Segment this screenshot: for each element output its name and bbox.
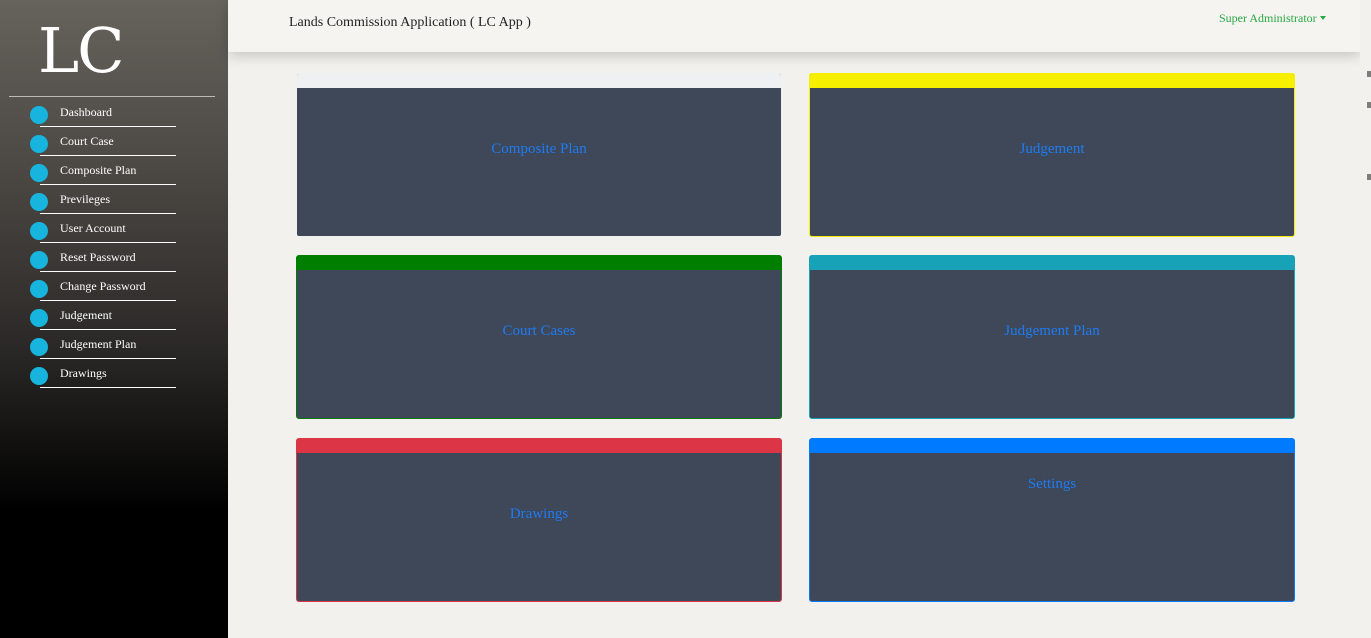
- edge-mark: [1367, 174, 1371, 180]
- bullet-icon: [30, 164, 48, 182]
- sidebar-item-label: Change Password: [60, 279, 146, 293]
- sidebar-item-change-password[interactable]: Change Password: [0, 272, 228, 301]
- caret-down-icon: [1319, 16, 1326, 20]
- sidebar-item-label: Drawings: [60, 366, 107, 380]
- sidebar-item-label: Reset Password: [60, 250, 136, 264]
- card-composite-plan[interactable]: Composite Plan: [296, 73, 782, 237]
- bullet-icon: [30, 367, 48, 385]
- card-title: Drawings: [509, 506, 569, 522]
- edge-mark: [1367, 71, 1371, 77]
- bullet-icon: [30, 338, 48, 356]
- sidebar-item-underline: [40, 387, 176, 388]
- sidebar-item-label: Judgement: [60, 308, 112, 322]
- card-judgement-plan[interactable]: Judgement Plan: [809, 255, 1295, 419]
- window-edge: [1360, 0, 1371, 638]
- card-judgement[interactable]: Judgement: [809, 73, 1295, 237]
- top-navbar: Lands Commission Application ( LC App ) …: [228, 0, 1360, 52]
- bullet-icon: [30, 280, 48, 298]
- card-header: [297, 74, 781, 88]
- sidebar-nav: Dashboard Court Case Composite Plan Prev…: [0, 98, 228, 388]
- sidebar-item-label: Court Case: [60, 134, 114, 148]
- card-court-cases[interactable]: Court Cases: [296, 255, 782, 419]
- card-title: Composite Plan: [491, 141, 587, 157]
- sidebar-item-previleges[interactable]: Previleges: [0, 185, 228, 214]
- sidebar-item-judgement[interactable]: Judgement: [0, 301, 228, 330]
- bullet-icon: [30, 106, 48, 124]
- sidebar-item-dashboard[interactable]: Dashboard: [0, 98, 228, 127]
- card-title: Settings: [1027, 476, 1077, 492]
- sidebar-item-user-account[interactable]: User Account: [0, 214, 228, 243]
- app-title: Lands Commission Application ( LC App ): [289, 15, 531, 30]
- sidebar-item-court-case[interactable]: Court Case: [0, 127, 228, 156]
- bullet-icon: [30, 193, 48, 211]
- card-title: Judgement: [1019, 141, 1085, 157]
- bullet-icon: [30, 135, 48, 153]
- sidebar-item-label: Composite Plan: [60, 163, 137, 177]
- card-header: [297, 439, 781, 453]
- logo-divider: [9, 96, 215, 97]
- sidebar: LC Dashboard Court Case Composite Plan P…: [0, 0, 228, 638]
- sidebar-item-label: Judgement Plan: [60, 337, 137, 351]
- sidebar-item-label: Dashboard: [60, 105, 112, 119]
- edge-mark: [1367, 102, 1371, 108]
- bullet-icon: [30, 251, 48, 269]
- sidebar-item-drawings[interactable]: Drawings: [0, 359, 228, 388]
- sidebar-item-composite-plan[interactable]: Composite Plan: [0, 156, 228, 185]
- sidebar-item-label: User Account: [60, 221, 126, 235]
- sidebar-item-judgement-plan[interactable]: Judgement Plan: [0, 330, 228, 359]
- bullet-icon: [30, 309, 48, 327]
- card-header: [810, 439, 1294, 453]
- card-header: [810, 256, 1294, 270]
- card-title: Court Cases: [502, 323, 576, 339]
- user-menu-dropdown[interactable]: Super Administrator: [1219, 11, 1326, 25]
- sidebar-item-label: Previleges: [60, 192, 110, 206]
- card-drawings[interactable]: Drawings: [296, 438, 782, 602]
- card-settings[interactable]: Settings: [809, 438, 1295, 602]
- sidebar-item-reset-password[interactable]: Reset Password: [0, 243, 228, 272]
- card-header: [810, 74, 1294, 88]
- app-logo: LC: [38, 14, 125, 87]
- bullet-icon: [30, 222, 48, 240]
- user-menu-label: Super Administrator: [1219, 11, 1317, 25]
- card-title: Judgement Plan: [1004, 323, 1100, 339]
- card-header: [297, 256, 781, 270]
